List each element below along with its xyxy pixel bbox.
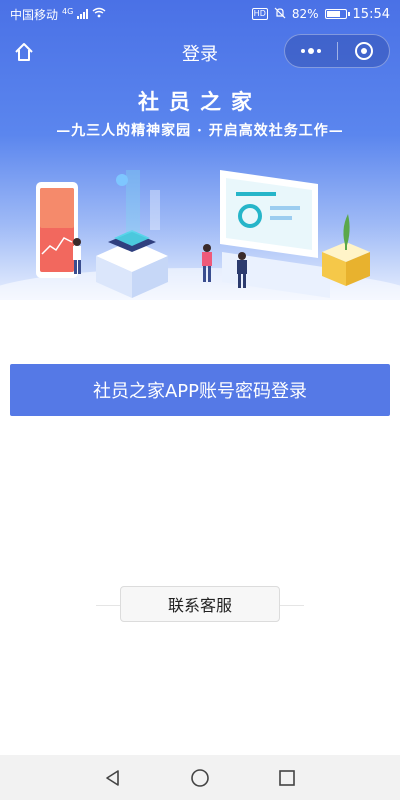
more-button[interactable] xyxy=(285,35,337,67)
mini-program-capsule xyxy=(284,34,390,68)
dashboard-illustration xyxy=(220,170,330,298)
square-recent-icon xyxy=(278,769,295,786)
mute-icon xyxy=(274,7,286,22)
triangle-back-icon xyxy=(106,769,120,786)
wifi-icon xyxy=(92,7,106,21)
person-left xyxy=(73,238,81,274)
battery-percent: 82% xyxy=(291,7,319,21)
nav-bar: 登录 xyxy=(0,30,400,74)
home-button[interactable] xyxy=(10,38,38,66)
status-bar: 中国移动 4G HD 82% 15:54 xyxy=(0,0,400,28)
hero-subtitle: —九三人的精神家园 · 开启高效社务工作— xyxy=(56,123,344,139)
circle-home-icon xyxy=(191,768,209,787)
signal-icon xyxy=(77,9,89,19)
center-building xyxy=(96,170,168,298)
divider-left xyxy=(96,605,120,606)
plant-illustration xyxy=(322,214,370,286)
clock: 15:54 xyxy=(352,6,390,22)
hero-title: 社员之家 xyxy=(138,89,262,114)
carrier-label: 中国移动 xyxy=(10,7,59,22)
more-dots-icon xyxy=(301,49,305,53)
battery-icon xyxy=(324,9,350,19)
support-section: 联系客服 xyxy=(0,586,400,624)
home-icon xyxy=(15,43,33,61)
phone-illustration xyxy=(36,182,78,278)
recent-apps-button[interactable] xyxy=(272,763,302,793)
office-illustration xyxy=(0,170,400,300)
contact-support-button[interactable]: 联系客服 xyxy=(120,586,280,622)
capsule-close-icon xyxy=(354,42,373,60)
password-login-button[interactable]: 社员之家APP账号密码登录 xyxy=(10,364,390,416)
system-nav-bar xyxy=(0,755,400,800)
hero-banner: 中国移动 4G HD 82% 15:54 登录 社员之家 —九三人的精神家园 ·… xyxy=(0,0,400,300)
back-button[interactable] xyxy=(98,763,128,793)
network-type: 4G xyxy=(62,6,74,16)
divider-right xyxy=(280,605,304,606)
close-button[interactable] xyxy=(338,35,389,67)
home-nav-button[interactable] xyxy=(185,763,215,793)
hd-badge: HD xyxy=(251,8,268,20)
